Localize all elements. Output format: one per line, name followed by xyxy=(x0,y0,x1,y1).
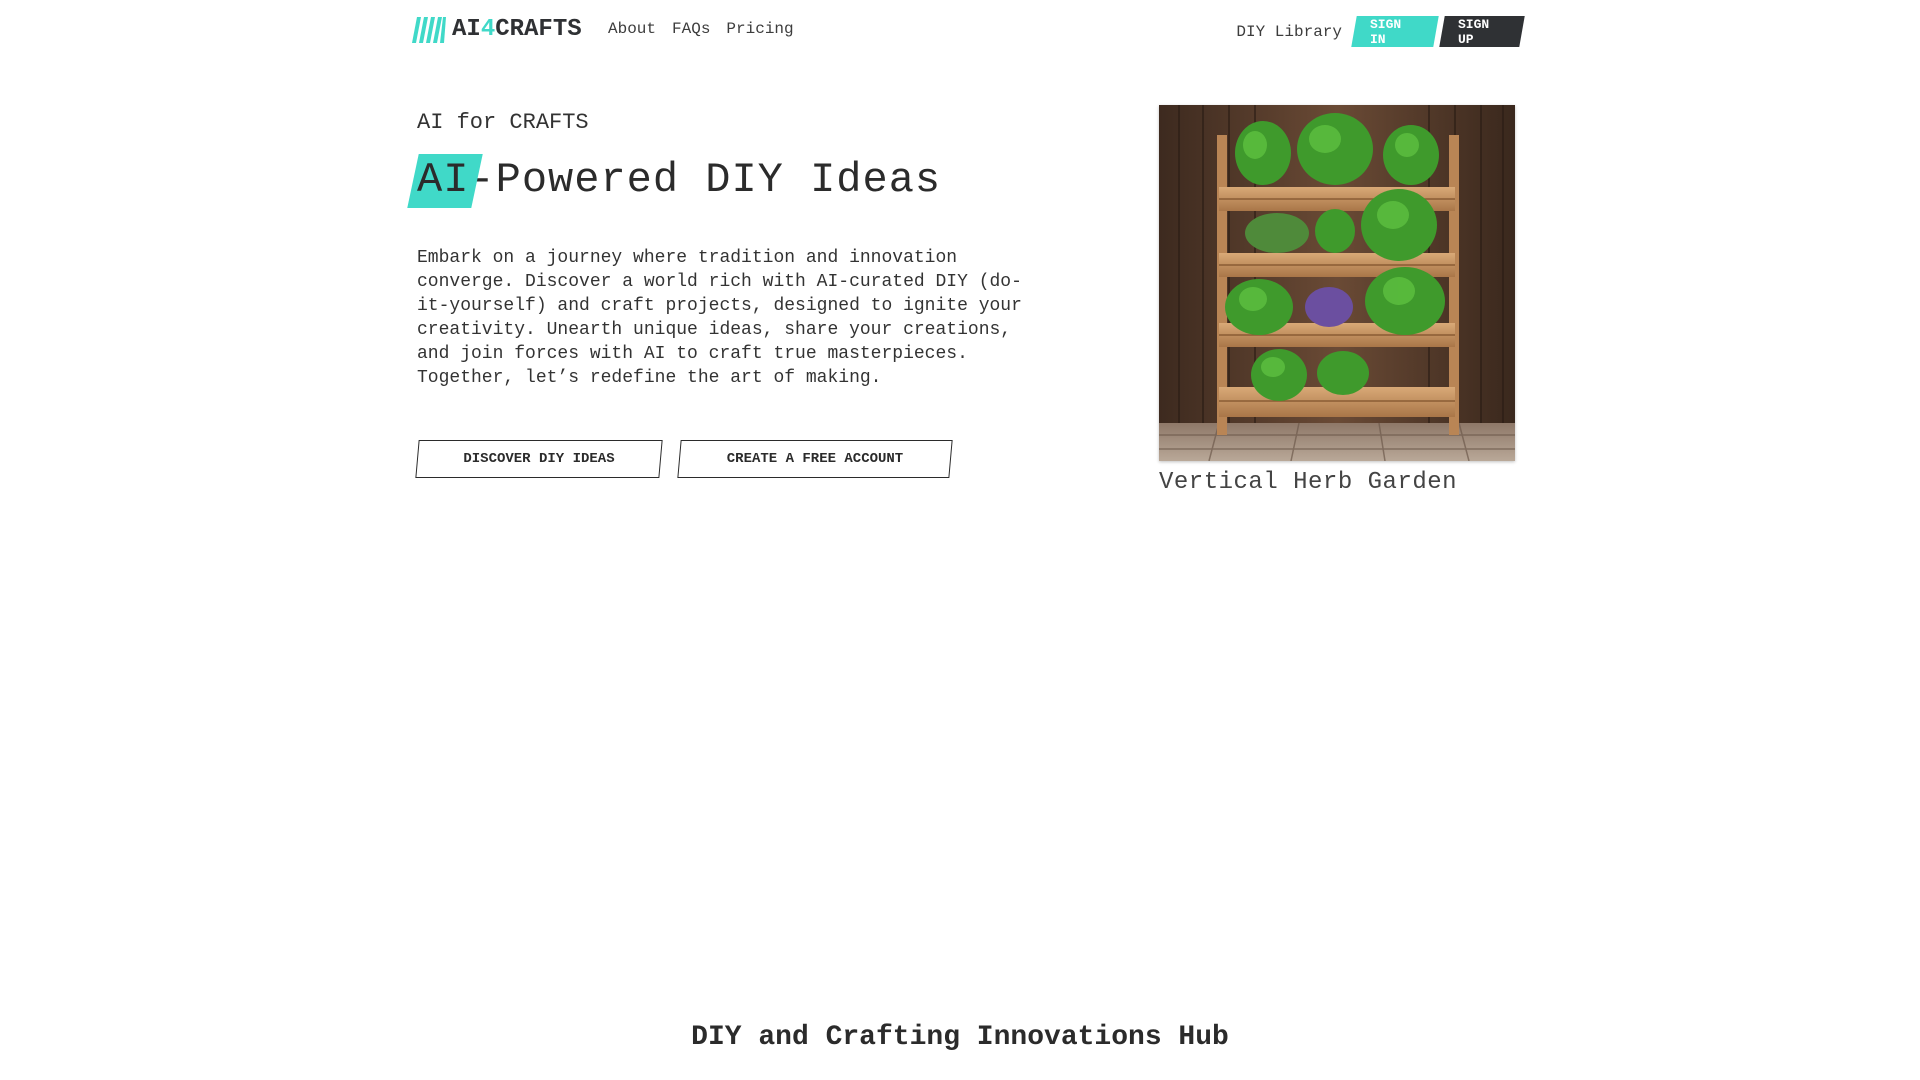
hero-content: AI for CRAFTS AI-Powered DIY Ideas Embar… xyxy=(417,110,1057,478)
nav-link-faqs[interactable]: FAQs xyxy=(672,20,710,38)
sign-in-button[interactable]: SIGN IN xyxy=(1354,16,1436,47)
hero-cta-row: DISCOVER DIY IDEAS CREATE A FREE ACCOUNT xyxy=(417,440,1057,478)
create-free-account-button[interactable]: CREATE A FREE ACCOUNT xyxy=(679,440,951,478)
discover-diy-ideas-button[interactable]: DISCOVER DIY IDEAS xyxy=(417,440,661,478)
hero-headline: AI-Powered DIY Ideas xyxy=(417,152,1057,208)
sign-up-button[interactable]: SIGN UP xyxy=(1442,16,1522,47)
nav-actions: DIY Library SIGN IN SIGN UP xyxy=(1236,16,1522,47)
vertical-herb-garden-image[interactable] xyxy=(1159,105,1515,461)
headline-rest: -Powered DIY Ideas xyxy=(469,156,942,204)
nav-link-pricing[interactable]: Pricing xyxy=(726,20,793,38)
logo-stripes-icon xyxy=(412,16,446,43)
top-nav: AI4CRAFTS About FAQs Pricing DIY Library… xyxy=(412,14,1522,48)
featured-project-caption[interactable]: Vertical Herb Garden xyxy=(1159,469,1515,496)
hero-eyebrow: AI for CRAFTS xyxy=(417,110,589,135)
headline-highlight: AI xyxy=(417,152,469,208)
nav-link-diy-library[interactable]: DIY Library xyxy=(1236,23,1342,41)
nav-links: About FAQs Pricing xyxy=(608,20,794,38)
logo-text: AI4CRAFTS xyxy=(452,16,582,43)
featured-project: Vertical Herb Garden xyxy=(1159,105,1515,496)
logo[interactable]: AI4CRAFTS xyxy=(412,16,582,43)
section-title: DIY and Crafting Innovations Hub xyxy=(691,1022,1229,1053)
nav-link-about[interactable]: About xyxy=(608,20,656,38)
hero-description: Embark on a journey where tradition and … xyxy=(417,248,1022,388)
